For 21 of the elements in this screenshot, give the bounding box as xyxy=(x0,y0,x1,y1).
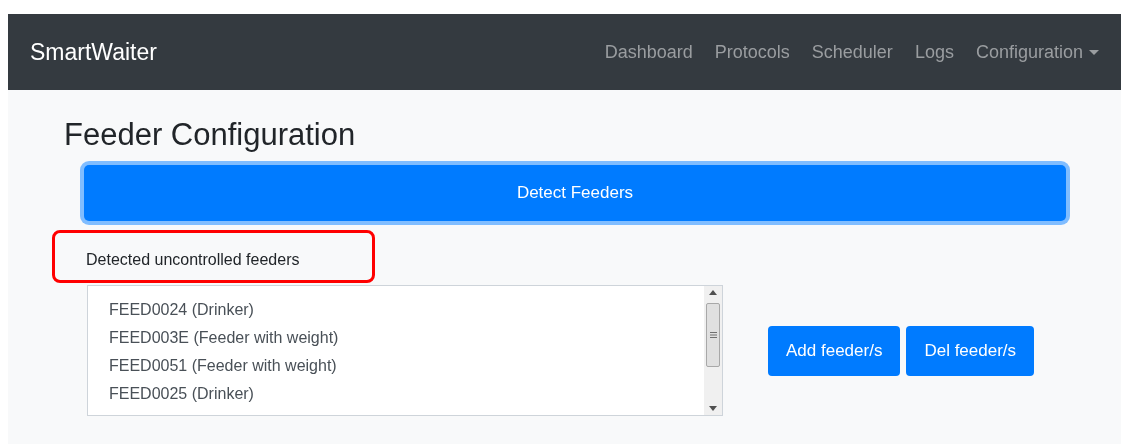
list-label: Detected uncontrolled feeders xyxy=(86,250,300,270)
add-feeder-button[interactable]: Add feeder/s xyxy=(768,325,901,376)
nav-link[interactable]: Dashboard xyxy=(604,38,693,66)
scroll-thumb[interactable] xyxy=(706,303,720,367)
scroll-up-icon[interactable] xyxy=(709,290,717,295)
nav-link[interactable]: Protocols xyxy=(714,38,790,66)
feeder-option[interactable]: FEED003E (Feeder with weight) xyxy=(109,324,339,352)
feeder-list[interactable]: FEED0024 (Drinker) FEED003E (Feeder with weight) FEED0051 (Feeder with weight) FEED0025 (Drinker) xyxy=(87,285,723,416)
grip-icon xyxy=(709,332,717,338)
feeder-option[interactable]: FEED0024 (Drinker) xyxy=(109,296,254,324)
scrollbar[interactable] xyxy=(704,286,722,415)
caret-icon xyxy=(1089,49,1099,55)
feeder-option[interactable]: FEED0051 (Feeder with weight) xyxy=(109,352,337,380)
page-title: Feeder Configuration xyxy=(64,116,356,154)
nav-link[interactable]: Logs xyxy=(914,38,954,66)
feeder-option[interactable]: FEED0025 (Drinker) xyxy=(109,380,254,408)
nav-dropdown[interactable]: Configuration xyxy=(975,38,1099,66)
brand-link[interactable]: SmartWaiter xyxy=(30,34,157,70)
nav-link[interactable]: Scheduler xyxy=(811,38,893,66)
scroll-down-icon[interactable] xyxy=(709,406,717,411)
delete-feeder-button[interactable]: Del feeder/s xyxy=(906,325,1035,376)
